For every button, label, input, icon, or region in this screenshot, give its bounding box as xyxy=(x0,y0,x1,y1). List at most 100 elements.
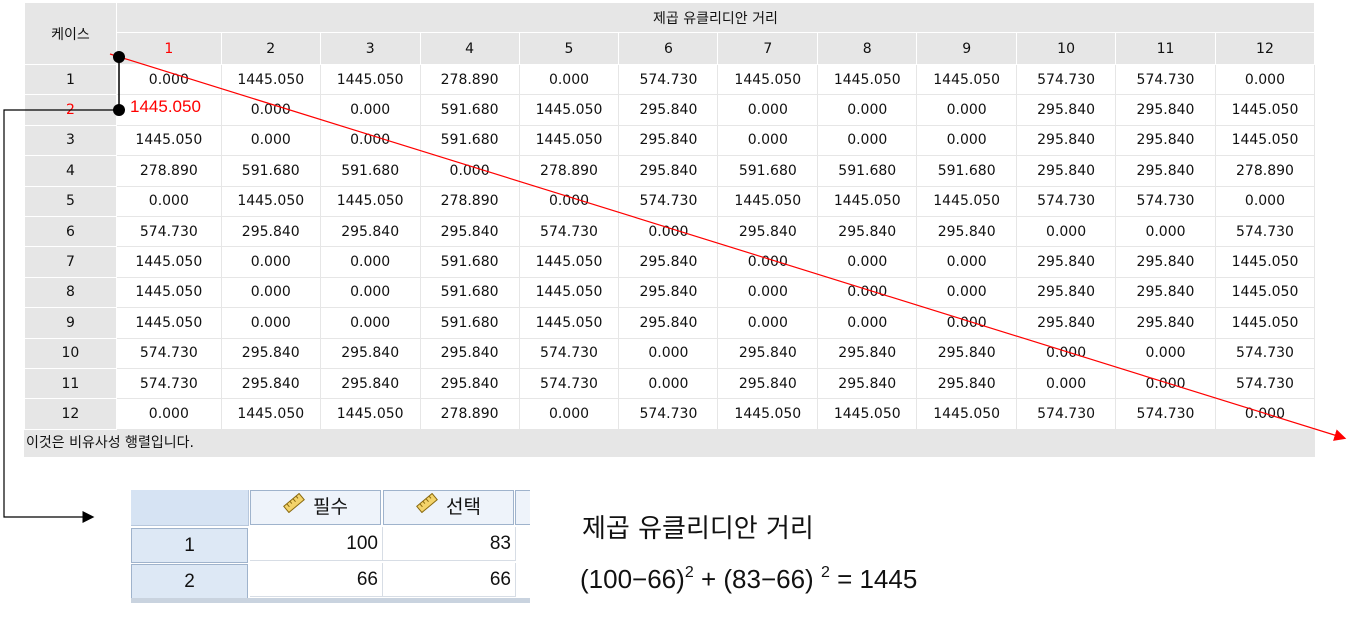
matrix-cell: 1445.050 xyxy=(220,185,321,217)
matrix-cell: 1445.050 xyxy=(115,276,222,309)
variable-header-선택[interactable]: 선택 xyxy=(383,490,514,525)
case-column-header: 케이스 xyxy=(24,2,117,65)
matrix-cell: 295.840 xyxy=(220,215,321,248)
table-row: 3 1445.050 0.000 0.000 591.680 1445.050 295.84… xyxy=(24,124,1316,157)
matrix-cell: 278.890 xyxy=(419,398,520,430)
matrix-cell: 295.840 xyxy=(618,246,719,278)
matrix-cell: 0.000 xyxy=(220,307,321,339)
table-row: 6 574.730 295.840 295.840 295.840 574.730 0.00… xyxy=(24,215,1316,248)
matrix-cell: 0.000 xyxy=(518,63,620,96)
matrix-cell: 0.000 xyxy=(916,94,1018,126)
matrix-cell: 0.000 xyxy=(518,185,620,217)
data-cell[interactable]: 83 xyxy=(383,527,516,561)
row-header: 5 xyxy=(24,185,117,217)
matrix-cell: 295.840 xyxy=(220,337,321,369)
matrix-cell: 574.730 xyxy=(518,367,620,400)
data-view-corner xyxy=(131,490,249,526)
matrix-cell: 0.000 xyxy=(1214,398,1316,430)
matrix-cell: 0.000 xyxy=(220,246,321,278)
next-variable-header[interactable] xyxy=(515,490,530,525)
column-header-8: 8 xyxy=(817,32,918,65)
column-header-6: 6 xyxy=(618,32,719,65)
column-header-5: 5 xyxy=(518,32,620,65)
distance-measure-header: 제곱 유클리디안 거리 xyxy=(115,1,1316,34)
variable-name: 필수 xyxy=(313,497,348,518)
table-row: 10 574.730 295.840 295.840 295.840 574.730 0.0… xyxy=(24,337,1316,369)
matrix-cell: 0.000 xyxy=(319,94,421,126)
matrix-cell: 574.730 xyxy=(1214,337,1316,369)
column-header-12: 12 xyxy=(1214,32,1316,65)
matrix-cell: 295.840 xyxy=(1016,276,1117,309)
column-header-9: 9 xyxy=(916,32,1018,65)
row-header: 8 xyxy=(24,276,117,309)
matrix-cell: 0.000 xyxy=(115,185,222,217)
matrix-cell: 295.840 xyxy=(1115,155,1216,187)
matrix-cell: 0.000 xyxy=(717,124,819,157)
matrix-cell: 0.000 xyxy=(220,124,321,157)
matrix-cell: 0.000 xyxy=(618,337,719,369)
matrix-cell: 0.000 xyxy=(1016,337,1117,369)
matrix-cell: 295.840 xyxy=(618,94,719,126)
matrix-cell: 295.840 xyxy=(1016,246,1117,278)
data-cell[interactable]: 100 xyxy=(250,527,383,561)
case-row-header[interactable]: 1 xyxy=(131,528,248,563)
matrix-cell: 591.680 xyxy=(419,307,520,339)
matrix-cell: 0.000 xyxy=(220,276,321,309)
matrix-cell: 574.730 xyxy=(618,185,719,217)
matrix-cell: 0.000 xyxy=(1016,215,1117,248)
matrix-cell: 0.000 xyxy=(220,94,321,126)
column-header-2: 2 xyxy=(220,32,321,65)
variable-header-필수[interactable]: 필수 xyxy=(250,490,381,525)
matrix-cell: 574.730 xyxy=(1214,367,1316,400)
matrix-cell: 0.000 xyxy=(817,276,918,309)
matrix-cell: 0.000 xyxy=(1115,337,1216,369)
matrix-cell: 591.680 xyxy=(419,94,520,126)
matrix-cell: 1445.050 xyxy=(220,398,321,430)
matrix-cell: 0.000 xyxy=(817,246,918,278)
matrix-cell: 0.000 xyxy=(717,246,819,278)
matrix-footnote: 이것은 비유사성 행렬입니다. xyxy=(26,435,194,451)
matrix-cell: 574.730 xyxy=(1016,63,1117,96)
proximity-matrix-panel: 케이스 제곱 유클리디안 거리 1 2 3 4 5 6 7 8 9 10 11 12 1 0.000 14… xyxy=(24,1,1316,457)
matrix-cell: 0.000 xyxy=(817,307,918,339)
spss-data-view: 필수 선택 1 100 83 2 66 66 xyxy=(131,490,530,603)
data-cell[interactable]: 66 xyxy=(383,563,516,597)
matrix-cell: 1445.050 xyxy=(717,185,819,217)
matrix-cell: 1445.050 xyxy=(518,276,620,309)
row-header: 3 xyxy=(24,124,117,157)
formula-exponent-2: 2 xyxy=(820,564,830,581)
matrix-cell: 0.000 xyxy=(1214,185,1316,217)
matrix-cell: 1445.050 xyxy=(518,246,620,278)
matrix-cell: 1445.050 xyxy=(518,307,620,339)
table-row: 12 0.000 1445.050 1445.050 278.890 0.000 574.7… xyxy=(24,398,1316,430)
matrix-cell: 0.000 xyxy=(618,367,719,400)
matrix-cell: 295.840 xyxy=(817,367,918,400)
matrix-cell: 0.000 xyxy=(518,398,620,430)
row-header: 9 xyxy=(24,307,117,339)
matrix-cell: 278.890 xyxy=(115,155,222,187)
table-row: 4 278.890 591.680 591.680 0.000 278.890 295.84… xyxy=(24,155,1316,187)
matrix-cell: 591.680 xyxy=(419,276,520,309)
matrix-cell: 295.840 xyxy=(319,215,421,248)
matrix-cell: 295.840 xyxy=(916,337,1018,369)
column-header-4: 4 xyxy=(419,32,520,65)
matrix-cell: 1445.050 xyxy=(115,124,222,157)
matrix-cell: 0.000 xyxy=(717,94,819,126)
distance-formula: (100−66)2 + (83−66) 2 = 1445 xyxy=(580,564,917,595)
matrix-cell: 1445.050 xyxy=(319,63,421,96)
case-row-header[interactable]: 2 xyxy=(131,564,248,599)
matrix-cell: 295.840 xyxy=(1016,307,1117,339)
matrix-cell: 295.840 xyxy=(419,337,520,369)
matrix-cell: 295.840 xyxy=(717,337,819,369)
formula-title: 제곱 유클리디안 거리 xyxy=(582,514,814,544)
ruler-icon xyxy=(416,491,438,524)
column-header-row: 1 2 3 4 5 6 7 8 9 10 11 12 xyxy=(25,32,1316,65)
data-cell[interactable]: 66 xyxy=(250,563,383,597)
matrix-cell: 0.000 xyxy=(916,246,1018,278)
matrix-cell: 295.840 xyxy=(419,367,520,400)
matrix-cell: 278.890 xyxy=(518,155,620,187)
highlighted-distance-value: 1445.050 xyxy=(130,97,201,116)
matrix-cell: 0.000 xyxy=(916,276,1018,309)
table-row: 5 0.000 1445.050 1445.050 278.890 0.000 574.73… xyxy=(24,185,1316,217)
matrix-cell: 295.840 xyxy=(618,307,719,339)
